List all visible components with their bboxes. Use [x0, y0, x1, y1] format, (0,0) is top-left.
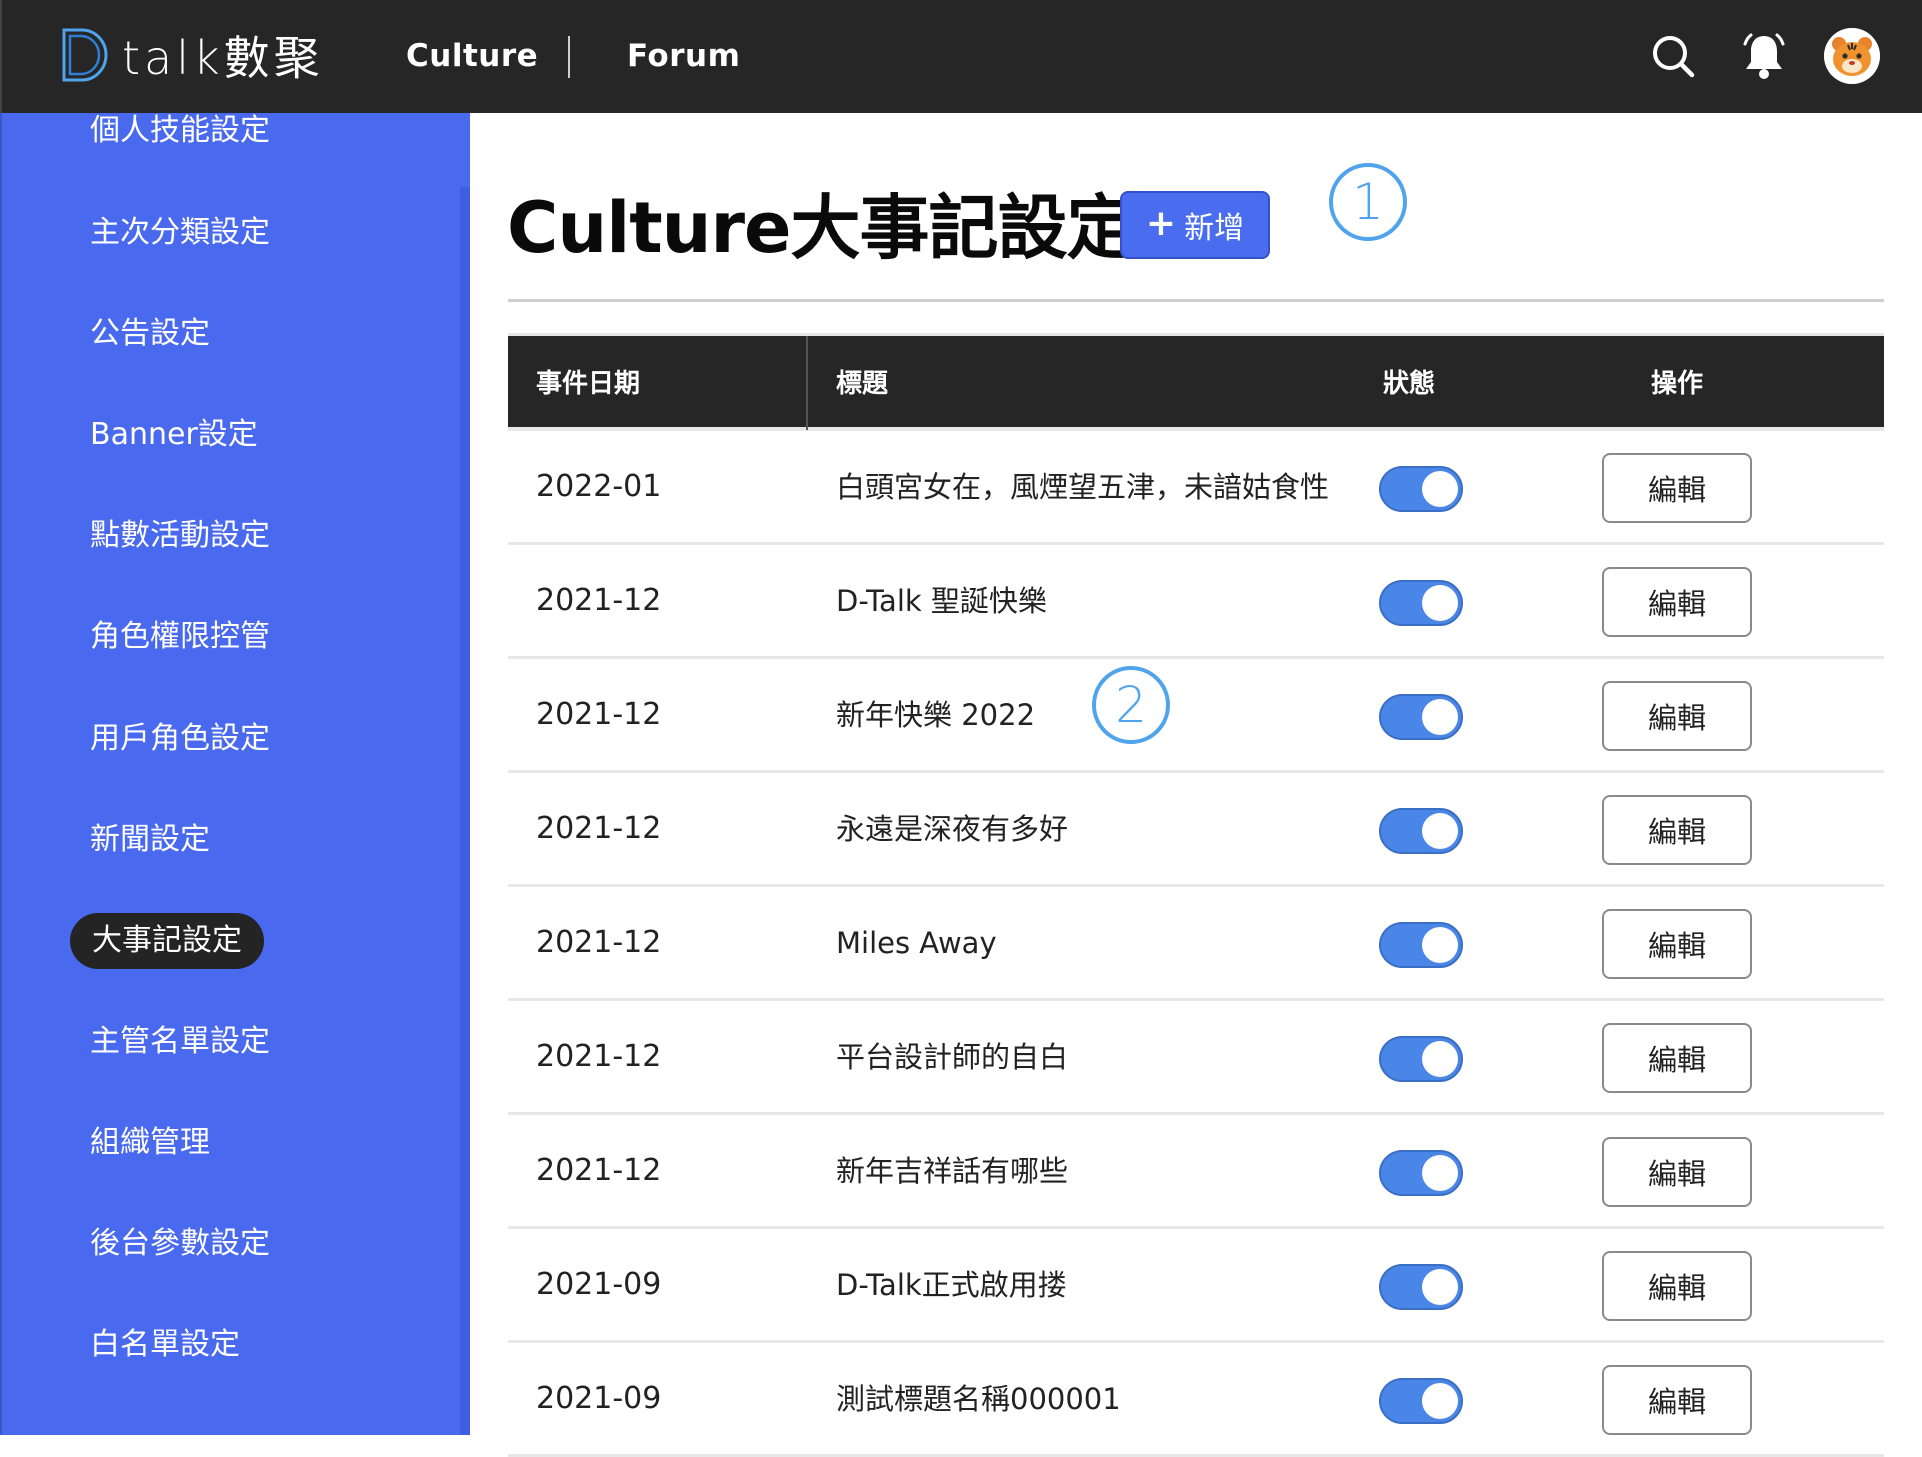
tiger-avatar-icon — [1824, 28, 1880, 84]
nav-forum[interactable]: Forum — [627, 30, 740, 82]
add-button-label: 新增 — [1184, 211, 1245, 246]
status-toggle[interactable] — [1379, 694, 1463, 740]
row-title: D-Talk正式啟用搂 — [836, 1267, 1067, 1302]
header-title: 標題 — [836, 369, 889, 399]
admin-sidebar: 個人技能設定 主次分類設定 公告設定 Banner設定 點數活動設定 角色權限控… — [0, 113, 470, 1435]
title-divider — [508, 299, 1884, 302]
toggle-knob — [1422, 1383, 1458, 1419]
sidebar-item-milestones[interactable]: 大事記設定 — [70, 913, 264, 969]
status-toggle[interactable] — [1379, 922, 1463, 968]
table-row: 2021-09 測試標題名稱000001 編輯 — [508, 1343, 1884, 1457]
row-title: 新年吉祥話有哪些 — [836, 1153, 1069, 1188]
row-title: 白頭宮女在，風煙望五津，未諳姑食性 — [836, 469, 1330, 504]
status-toggle[interactable] — [1379, 1150, 1463, 1196]
status-toggle[interactable] — [1379, 1378, 1463, 1424]
row-date: 2021-09 — [536, 1381, 662, 1416]
row-date: 2021-09 — [536, 1267, 662, 1302]
edit-button[interactable]: 編輯 — [1602, 795, 1752, 865]
sidebar-item-news[interactable]: 新聞設定 — [90, 812, 210, 868]
sidebar-item-whitelist[interactable]: 白名單設定 — [90, 1317, 240, 1373]
toggle-knob — [1422, 1155, 1458, 1191]
edit-button[interactable]: 編輯 — [1602, 1251, 1752, 1321]
row-date: 2021-12 — [536, 925, 662, 960]
search-icon — [1653, 36, 1695, 78]
sidebar-item-points-activity[interactable]: 點數活動設定 — [90, 508, 270, 564]
status-toggle[interactable] — [1379, 580, 1463, 626]
row-title: Miles Away — [836, 925, 997, 960]
header-action: 操作 — [1651, 369, 1704, 399]
annotation-marker-1: 1 — [1329, 163, 1407, 241]
dtalk-logo[interactable]: talk數聚 — [58, 24, 324, 86]
sidebar-scrollbar[interactable] — [460, 187, 470, 1435]
status-toggle[interactable] — [1379, 466, 1463, 512]
row-title: D-Talk 聖誕快樂 — [836, 583, 1047, 618]
row-date: 2021-12 — [536, 697, 662, 732]
sidebar-item-role-permission[interactable]: 角色權限控管 — [90, 609, 270, 665]
row-date: 2021-12 — [536, 1153, 662, 1188]
row-title: 新年快樂 2022 — [836, 697, 1036, 732]
edit-button[interactable]: 編輯 — [1602, 909, 1752, 979]
sidebar-item-organization[interactable]: 組織管理 — [90, 1115, 210, 1171]
top-navigation-bar: talk數聚 Culture Forum — [0, 0, 1922, 113]
toggle-knob — [1422, 471, 1458, 507]
sidebar-item-backend-params[interactable]: 後台參數設定 — [90, 1216, 270, 1272]
table-row: 2021-12 新年吉祥話有哪些 編輯 — [508, 1115, 1884, 1229]
header-status: 狀態 — [1383, 369, 1436, 399]
edit-button[interactable]: 編輯 — [1602, 453, 1752, 523]
table-row: 2021-12 Miles Away 編輯 — [508, 887, 1884, 1001]
status-toggle[interactable] — [1379, 808, 1463, 854]
user-avatar[interactable] — [1824, 28, 1880, 84]
plus-icon: + — [1145, 202, 1177, 244]
toggle-knob — [1422, 585, 1458, 621]
edit-button[interactable]: 編輯 — [1602, 1023, 1752, 1093]
row-date: 2021-12 — [536, 1039, 662, 1074]
toggle-knob — [1422, 813, 1458, 849]
toggle-knob — [1422, 1041, 1458, 1077]
header-separator — [806, 336, 808, 430]
status-toggle[interactable] — [1379, 1036, 1463, 1082]
annotation-marker-2: 2 — [1092, 666, 1170, 744]
milestones-table: 事件日期 標題 狀態 操作 2022-01 白頭宮女在，風煙望五津，未諳姑食性 … — [508, 333, 1884, 1457]
row-title: 永遠是深夜有多好 — [836, 811, 1069, 846]
logo-text: talk數聚 — [122, 31, 324, 85]
sidebar-item-user-role[interactable]: 用戶角色設定 — [90, 711, 270, 767]
row-date: 2021-12 — [536, 583, 662, 618]
header-date: 事件日期 — [536, 369, 641, 399]
edit-button[interactable]: 編輯 — [1602, 567, 1752, 637]
row-title: 測試標題名稱000001 — [836, 1381, 1121, 1416]
sidebar-item-manager-list[interactable]: 主管名單設定 — [90, 1014, 270, 1070]
table-row: 2021-09 D-Talk正式啟用搂 編輯 — [508, 1229, 1884, 1343]
row-date: 2021-12 — [536, 811, 662, 846]
edit-button[interactable]: 編輯 — [1602, 681, 1752, 751]
table-row: 2021-12 D-Talk 聖誕快樂 編輯 — [508, 545, 1884, 659]
toggle-knob — [1422, 927, 1458, 963]
sidebar-item-personal-skills[interactable]: 個人技能設定 — [90, 113, 270, 159]
notification-button[interactable] — [1736, 28, 1792, 84]
table-row: 2022-01 白頭宮女在，風煙望五津，未諳姑食性 編輯 — [508, 431, 1884, 545]
edit-button[interactable]: 編輯 — [1602, 1365, 1752, 1435]
row-date: 2022-01 — [536, 469, 662, 504]
page-title: Culture大事記設定 — [507, 187, 1136, 269]
toggle-knob — [1422, 1269, 1458, 1305]
search-button[interactable] — [1645, 28, 1701, 84]
table-header: 事件日期 標題 狀態 操作 — [508, 333, 1884, 430]
table-row: 2021-12 新年快樂 2022 編輯 — [508, 659, 1884, 773]
d-logo-icon — [62, 28, 108, 82]
row-title: 平台設計師的自白 — [836, 1039, 1069, 1074]
toggle-knob — [1422, 699, 1458, 735]
sidebar-item-announcement[interactable]: 公告設定 — [90, 306, 210, 362]
table-row: 2021-12 永遠是深夜有多好 編輯 — [508, 773, 1884, 887]
status-toggle[interactable] — [1379, 1264, 1463, 1310]
table-row: 2021-12 平台設計師的自白 編輯 — [508, 1001, 1884, 1115]
edit-button[interactable]: 編輯 — [1602, 1137, 1752, 1207]
nav-divider — [568, 36, 570, 78]
bell-icon — [1743, 33, 1785, 79]
nav-culture[interactable]: Culture — [406, 30, 538, 82]
sidebar-item-category[interactable]: 主次分類設定 — [90, 205, 270, 261]
sidebar-item-banner[interactable]: Banner設定 — [90, 407, 258, 463]
add-button[interactable]: + 新增 — [1120, 191, 1270, 259]
